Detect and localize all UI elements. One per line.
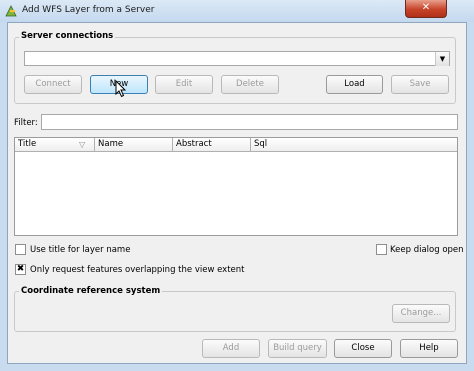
edit-button[interactable]: Edit [155, 75, 213, 94]
server-connection-select[interactable]: ▼ [24, 51, 450, 66]
change-crs-button[interactable]: Change... [392, 304, 450, 323]
use-title-checkbox[interactable] [15, 244, 26, 255]
only-request-checkbox[interactable]: ✖ [15, 264, 26, 275]
title-bar[interactable]: Add WFS Layer from a Server ✕ [0, 0, 474, 22]
crs-group [14, 291, 456, 332]
column-header-title[interactable]: Title ▽ [15, 138, 95, 152]
window-close-button[interactable]: ✕ [405, 0, 447, 18]
layers-table[interactable]: Title ▽ Name Abstract Sql [14, 137, 458, 236]
filter-input[interactable] [41, 114, 458, 130]
only-request-label: Only request features overlapping the vi… [30, 265, 245, 275]
window-title: Add WFS Layer from a Server [22, 5, 155, 15]
mouse-pointer-icon [115, 80, 127, 98]
save-button[interactable]: Save [391, 75, 449, 94]
connect-button[interactable]: Connect [24, 75, 82, 94]
keep-dialog-open-checkbox[interactable] [376, 244, 387, 255]
filter-label: Filter: [14, 118, 38, 128]
column-header-sql[interactable]: Sql [251, 138, 457, 152]
column-header-abstract[interactable]: Abstract [173, 138, 251, 152]
qgis-logo-icon [5, 5, 17, 17]
build-query-button[interactable]: Build query [268, 339, 327, 358]
delete-button[interactable]: Delete [221, 75, 279, 94]
load-button[interactable]: Load [326, 75, 383, 94]
use-title-label: Use title for layer name [30, 245, 131, 255]
keep-dialog-open-label: Keep dialog open [390, 245, 464, 255]
sort-indicator-icon: ▽ [79, 140, 86, 149]
close-button[interactable]: Close [334, 339, 392, 358]
column-header-name[interactable]: Name [95, 138, 173, 152]
column-header-title-label: Title [18, 139, 37, 149]
help-button[interactable]: Help [400, 339, 458, 358]
chevron-down-icon[interactable]: ▼ [435, 52, 449, 66]
server-connections-title: Server connections [19, 31, 116, 41]
add-button[interactable]: Add [202, 339, 260, 358]
crs-title: Coordinate reference system [19, 286, 163, 296]
